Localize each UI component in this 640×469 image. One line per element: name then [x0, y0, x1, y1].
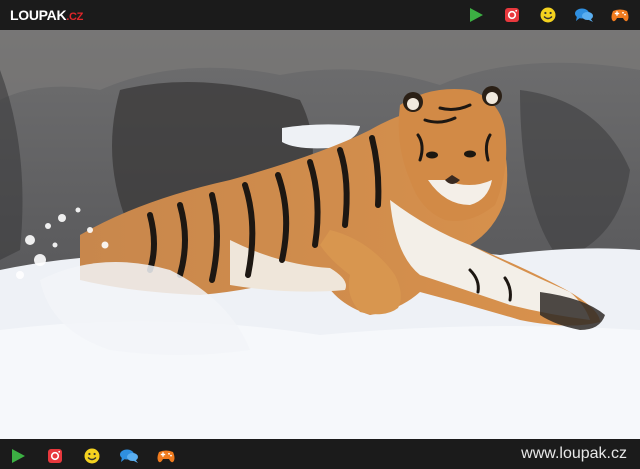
bottom-icon-row	[8, 446, 176, 466]
tiger-in-snow-photo	[0, 30, 640, 439]
bottom-bar: www.loupak.cz	[0, 439, 640, 469]
gamepad-icon[interactable]	[610, 6, 630, 24]
logo-suffix: .CZ	[66, 11, 84, 23]
tiger-illustration	[0, 30, 640, 439]
site-url[interactable]: www.loupak.cz	[521, 445, 627, 463]
site-logo[interactable]: LOUPAK.CZ	[10, 6, 83, 26]
top-bar: LOUPAK.CZ	[0, 0, 640, 30]
play-icon[interactable]	[466, 6, 486, 24]
instagram-icon[interactable]	[502, 6, 522, 24]
chat-icon[interactable]	[119, 447, 139, 465]
top-icon-row	[466, 5, 630, 25]
play-icon[interactable]	[8, 447, 28, 465]
smiley-icon[interactable]	[538, 6, 558, 24]
logo-text: LOUPAK	[10, 7, 67, 23]
smiley-icon[interactable]	[82, 447, 102, 465]
instagram-icon[interactable]	[45, 447, 65, 465]
gamepad-icon[interactable]	[156, 447, 176, 465]
chat-icon[interactable]	[574, 6, 594, 24]
